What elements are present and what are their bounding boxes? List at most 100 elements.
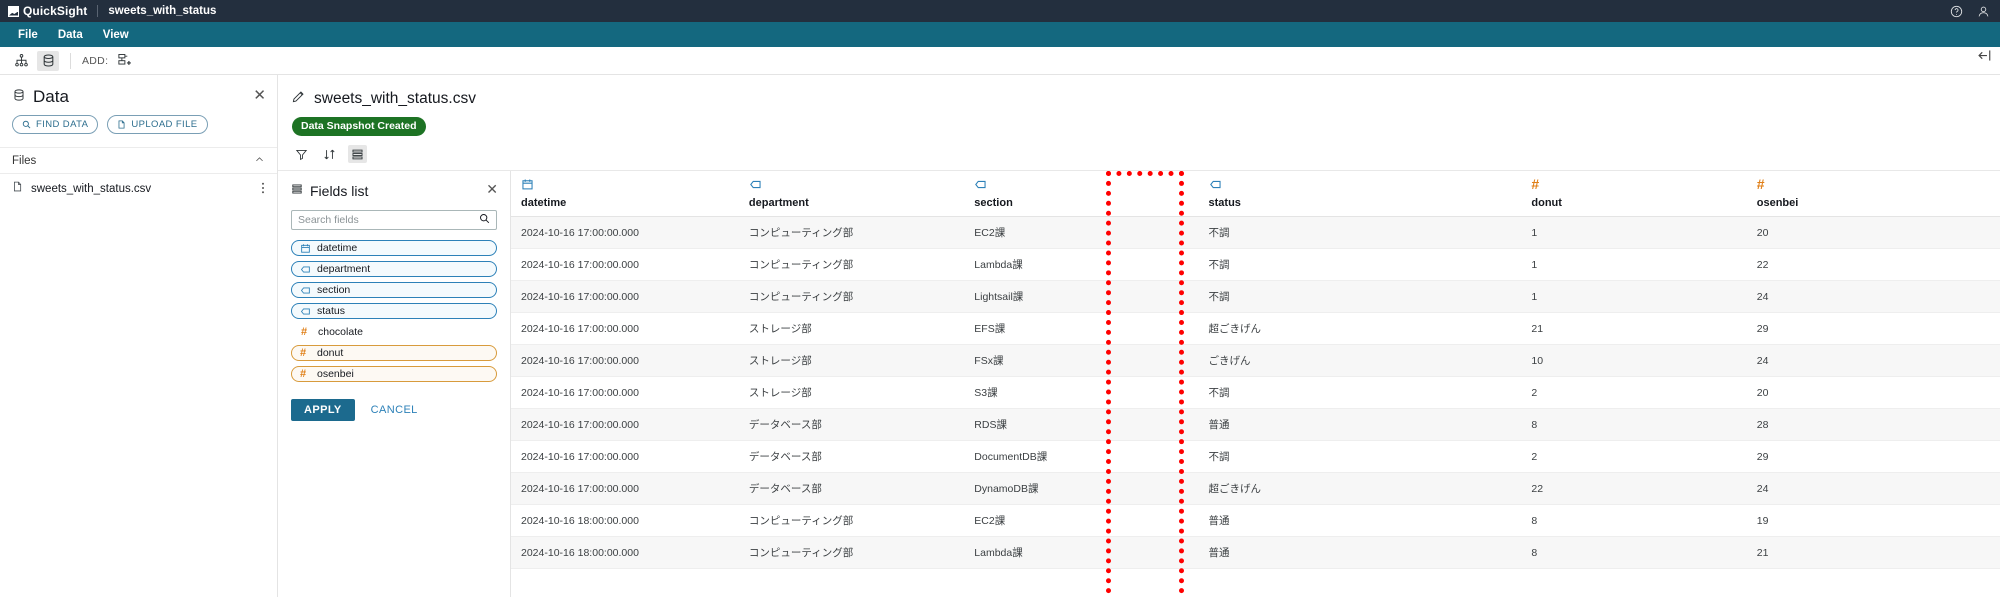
field-label: status xyxy=(317,305,346,317)
table-cell-department: コンピューティング部 xyxy=(738,536,965,569)
status-badge: Data Snapshot Created xyxy=(292,117,426,136)
close-icon[interactable]: ✕ xyxy=(486,182,498,196)
tag-icon xyxy=(750,180,761,189)
column-header-datetime[interactable]: datetime xyxy=(511,171,739,217)
pencil-icon[interactable] xyxy=(292,89,306,108)
files-section-label: Files xyxy=(12,154,37,167)
field-item-chocolate[interactable]: # chocolate xyxy=(291,324,497,340)
file-item-left: sweets_with_status.csv xyxy=(12,180,151,198)
table-cell-section: Lightsail課 xyxy=(964,280,1199,313)
table-cell-status: 超ごきげん xyxy=(1198,312,1424,345)
content-title-row: sweets_with_status.csv xyxy=(278,75,2000,108)
page-title: sweets_with_status.csv xyxy=(314,89,476,107)
table-row[interactable]: 2024-10-16 18:00:00.000 コンピューティング部 EC2課 普通 8… xyxy=(511,504,2000,537)
table-cell-osenbei: 20 xyxy=(1746,216,2000,249)
field-item-status[interactable]: status xyxy=(291,303,497,319)
column-header-label: donut xyxy=(1531,197,1562,209)
quicksight-logo[interactable]: QuickSight xyxy=(8,4,87,18)
table-cell-empty xyxy=(1423,440,1522,473)
fields-panel-title: Fields list xyxy=(310,183,369,199)
find-data-button[interactable]: FIND DATA xyxy=(12,115,99,134)
column-header-donut[interactable]: # donut xyxy=(1521,171,1747,217)
add-label: ADD: xyxy=(82,54,109,67)
grid-header: datetime department section status # don… xyxy=(511,171,2000,217)
column-header-status[interactable]: status xyxy=(1198,171,1424,217)
chevron-up-icon[interactable] xyxy=(254,154,265,168)
table-cell-empty xyxy=(1423,376,1522,409)
list-item[interactable]: sweets_with_status.csv xyxy=(0,174,277,204)
column-header-osenbei[interactable]: # osenbei xyxy=(1746,171,2000,217)
table-cell-datetime: 2024-10-16 17:00:00.000 xyxy=(511,408,739,441)
lower-area: Fields list ✕ Search fields datetime dep… xyxy=(278,50,2000,597)
files-section-header[interactable]: Files xyxy=(0,147,277,174)
field-item-osenbei[interactable]: # osenbei xyxy=(291,366,497,382)
table-row[interactable]: 2024-10-16 17:00:00.000 コンピューティング部 Lambda課… xyxy=(511,248,2000,281)
table-cell-donut: 22 xyxy=(1521,472,1747,505)
user-icon[interactable] xyxy=(1977,5,1990,18)
table-row[interactable]: 2024-10-16 18:00:00.000 コンピューティング部 Lambda課… xyxy=(511,536,2000,569)
table-row[interactable]: 2024-10-16 17:00:00.000 ストレージ部 FSx課 ごきげん 10 2… xyxy=(511,344,2000,377)
fields-panel-header: Fields list ✕ xyxy=(291,182,498,200)
upload-file-button[interactable]: UPLOAD FILE xyxy=(107,115,208,134)
hierarchy-view-button[interactable] xyxy=(10,51,32,71)
table-cell-section: RDS課 xyxy=(964,408,1199,441)
data-grid-wrapper[interactable]: datetime department section status # don… xyxy=(511,171,2000,597)
collapse-right-icon[interactable] xyxy=(1977,48,1992,63)
sidebar-header: Data ✕ xyxy=(0,75,277,115)
data-sidebar: Data ✕ FIND DATA UPLOAD FILE Files sweet… xyxy=(0,75,278,597)
table-cell-donut: 8 xyxy=(1521,408,1747,441)
calendar-icon xyxy=(301,243,310,253)
upload-file-label: UPLOAD FILE xyxy=(131,119,198,130)
field-label: datetime xyxy=(317,242,358,254)
table-row[interactable]: 2024-10-16 17:00:00.000 ストレージ部 S3課 不調 2 20 xyxy=(511,376,2000,409)
table-cell-section: FSx課 xyxy=(964,344,1199,377)
table-cell-status: 不調 xyxy=(1198,440,1424,473)
table-cell-status: 超ごきげん xyxy=(1198,472,1424,505)
table-row[interactable]: 2024-10-16 17:00:00.000 データベース部 RDS課 普通 8 28 xyxy=(511,408,2000,441)
apply-button[interactable]: APPLY xyxy=(291,399,355,421)
cancel-button[interactable]: CANCEL xyxy=(371,404,418,416)
add-node-icon[interactable] xyxy=(113,51,135,71)
topbar-divider xyxy=(97,5,99,17)
table-row[interactable]: 2024-10-16 17:00:00.000 データベース部 DynamoDB課超… xyxy=(511,472,2000,505)
help-circle-icon[interactable] xyxy=(1950,5,1963,18)
table-row[interactable]: 2024-10-16 17:00:00.000 コンピューティング部 Lightsa… xyxy=(511,280,2000,313)
fields-list-icon[interactable] xyxy=(348,145,367,163)
calendar-icon xyxy=(522,179,533,190)
table-cell-osenbei: 22 xyxy=(1746,248,2000,281)
table-row[interactable]: 2024-10-16 17:00:00.000 データベース部 DocumentDB… xyxy=(511,440,2000,473)
table-cell-datetime: 2024-10-16 17:00:00.000 xyxy=(511,472,739,505)
grid-body: 2024-10-16 17:00:00.000 コンピューティング部 EC2課不調 1… xyxy=(511,216,2000,569)
sort-icon[interactable] xyxy=(320,145,339,163)
field-item-datetime[interactable]: datetime xyxy=(291,240,497,256)
table-cell-datetime: 2024-10-16 17:00:00.000 xyxy=(511,376,739,409)
menu-item-view[interactable]: View xyxy=(93,29,139,41)
column-header-label: datetime xyxy=(521,197,567,209)
kebab-menu-icon[interactable] xyxy=(261,181,265,198)
tag-icon xyxy=(1209,180,1221,189)
close-icon[interactable]: ✕ xyxy=(253,88,266,103)
field-item-donut[interactable]: # donut xyxy=(291,345,497,361)
search-icon[interactable] xyxy=(479,211,490,229)
table-cell-osenbei: 24 xyxy=(1746,344,2000,377)
menu-item-file[interactable]: File xyxy=(8,29,48,41)
field-item-department[interactable]: department xyxy=(291,261,497,277)
table-cell-section: EC2課 xyxy=(964,216,1199,249)
search-input[interactable] xyxy=(298,214,479,226)
table-cell-datetime: 2024-10-16 17:00:00.000 xyxy=(511,248,739,281)
table-cell-osenbei: 19 xyxy=(1746,504,2000,537)
filter-icon[interactable] xyxy=(292,145,311,163)
menu-item-data[interactable]: Data xyxy=(48,29,93,41)
table-cell-datetime: 2024-10-16 17:00:00.000 xyxy=(511,280,739,313)
table-cell-osenbei: 21 xyxy=(1746,536,2000,569)
search-field-wrapper[interactable] xyxy=(291,210,497,230)
table-row[interactable]: 2024-10-16 17:00:00.000 コンピューティング部 EC2課 不調 1… xyxy=(511,216,2000,249)
column-header-label: department xyxy=(748,197,809,209)
column-header-department[interactable]: department xyxy=(738,171,965,217)
dataset-view-button[interactable] xyxy=(37,50,59,71)
table-cell-donut: 21 xyxy=(1521,312,1747,345)
table-cell-osenbei: 24 xyxy=(1746,472,2000,505)
column-header-section[interactable]: section xyxy=(964,171,1199,217)
table-row[interactable]: 2024-10-16 17:00:00.000 ストレージ部 EFS課 超ごきげん 21… xyxy=(511,312,2000,345)
field-item-section[interactable]: section xyxy=(291,282,497,298)
